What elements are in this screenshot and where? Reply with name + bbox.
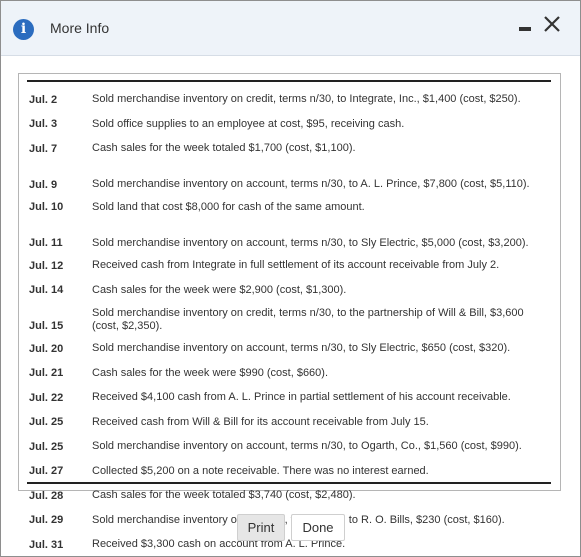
transactions-panel: Jul. 2 Sold merchandise inventory on cred…	[18, 73, 561, 551]
transaction-description: Sold office supplies to an employee at c…	[92, 117, 405, 130]
transaction-date: Jul. 15	[29, 320, 64, 332]
transaction-date: Jul. 27	[29, 465, 64, 477]
transaction-description: Collected $5,200 on a note receivable. T…	[92, 464, 429, 477]
table-bottom-rule	[27, 482, 551, 484]
more-info-dialog: i More Info Jul. 2 Sold merchandise inven…	[0, 0, 581, 557]
transaction-description: Received $4,100 cash from A. L. Prince i…	[92, 391, 511, 403]
close-icon[interactable]	[540, 12, 564, 36]
transaction-date: Jul. 25	[29, 416, 64, 428]
transaction-description: Cash sales for the week totaled $1,700 (…	[92, 142, 356, 154]
transaction-description: Cash sales for the week were $2,900 (cos…	[92, 283, 347, 296]
table-row: Jul. 29Sold merchandise inventory on acc…	[27, 505, 551, 530]
minimize-icon[interactable]	[519, 27, 531, 31]
transaction-description: Received cash from Integrate in full set…	[92, 259, 500, 271]
transaction-description: Sold merchandise inventory on account, t…	[92, 440, 522, 452]
transaction-date: Jul. 7	[29, 142, 58, 155]
table-row: Jul. 31 Received $3,300 cash on account f…	[27, 529, 551, 554]
table-row: Jul. 11 Sold merchandise inventory on acc…	[27, 216, 551, 250]
transaction-date: Jul. 10	[29, 201, 64, 213]
transaction-date: Jul. 9	[29, 178, 58, 191]
transaction-date: Jul. 14	[29, 284, 64, 296]
transaction-date: Jul. 12	[29, 259, 64, 272]
table-top-rule	[27, 80, 551, 82]
info-icon: i	[13, 19, 34, 40]
table-row: Jul. 2 Sold merchandise inventory on cred…	[27, 84, 551, 109]
table-row: Jul. 3 Sold office supplies to an employe…	[27, 109, 551, 134]
table-row: Jul. 25 Received cash from Will & Bill fo…	[27, 407, 551, 432]
transaction-date: Jul. 31	[29, 538, 64, 551]
dialog-title: More Info	[50, 20, 110, 36]
table-row: Jul. 27 Collected $5,200 on a note receiv…	[27, 456, 551, 481]
table-row: Jul. 15 Sold merchandise inventory on cre…	[27, 299, 551, 333]
table-row: Jul. 20 Sold merchandise inventory on acc…	[27, 333, 551, 358]
table-row: Jul. 25 Sold merchandise inventory on acc…	[27, 431, 551, 456]
print-button[interactable]: Print	[237, 514, 285, 541]
transaction-description: Received cash from Will & Bill for its a…	[92, 415, 429, 428]
transaction-date: Jul. 22	[29, 391, 64, 404]
table-row: Jul. 10 Sold land that cost $8,000 for ca…	[27, 192, 551, 217]
transaction-description: Cash sales for the week were $990 (cost,…	[92, 366, 329, 379]
transaction-description: Sold land that cost $8,000 for cash of t…	[92, 200, 365, 213]
table-row: Jul. 21 Cash sales for the week were $990…	[27, 358, 551, 383]
done-button[interactable]: Done	[291, 514, 345, 541]
transaction-date: Jul. 2	[29, 93, 58, 106]
transaction-date: Jul. 25	[29, 440, 64, 453]
table-row: Jul. 12 Received cash from Integrate in f…	[27, 250, 551, 275]
transaction-date: Jul. 11	[29, 237, 63, 249]
transaction-description: Sold merchandise inventory on account, t…	[92, 236, 529, 249]
transaction-description: Sold merchandise inventory on credit, te…	[92, 93, 521, 105]
table-row: Jul. 22 Received $4,100 cash from A. L. P…	[27, 382, 551, 407]
table-row: Jul. 9 Sold merchandise inventory on acco…	[27, 158, 551, 192]
transaction-date: Jul. 21	[29, 367, 64, 379]
table-row: Jul. 14 Cash sales for the week were $2,9…	[27, 275, 551, 300]
transaction-date: Jul. 29	[29, 514, 64, 526]
transaction-date: Jul. 3	[29, 118, 58, 130]
transaction-date: Jul. 20	[29, 342, 64, 355]
table-row: Jul. 7 Cash sales for the week totaled $1…	[27, 133, 551, 158]
transaction-description: Sold merchandise inventory on account, t…	[92, 178, 530, 190]
transaction-description: Sold merchandise inventory on account, t…	[92, 342, 511, 354]
transaction-description: Sold merchandise inventory on credit, te…	[92, 307, 524, 332]
dialog-titlebar: i More Info	[1, 1, 580, 56]
